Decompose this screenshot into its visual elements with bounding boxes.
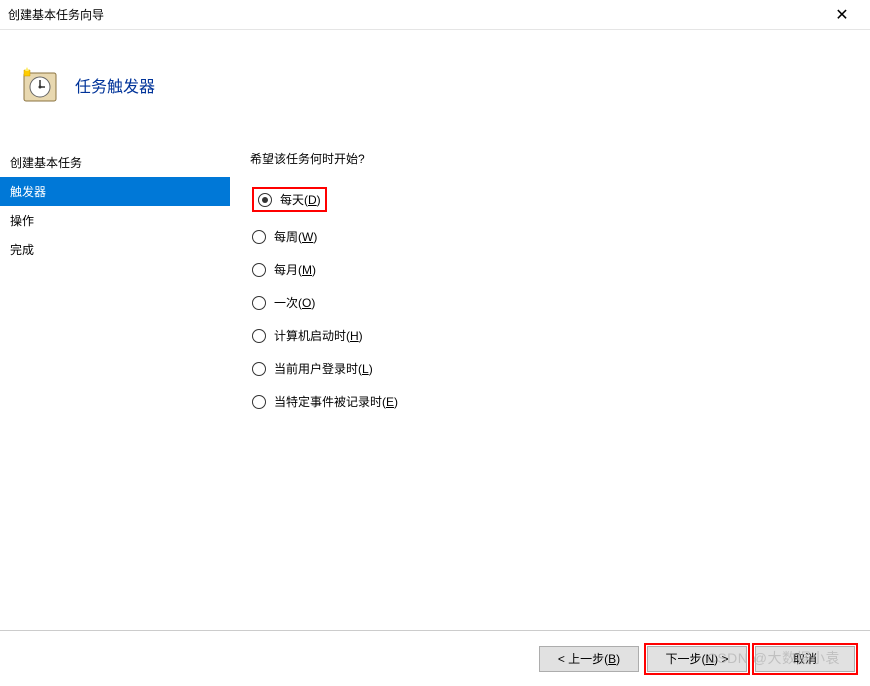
trigger-option-2[interactable]: 每月(M) (252, 261, 316, 278)
radio-label: 当前用户登录时(L) (274, 360, 373, 377)
radio-icon (258, 193, 272, 207)
trigger-option-1[interactable]: 每周(W) (252, 228, 317, 245)
trigger-option-0[interactable]: 每天(D) (252, 187, 327, 212)
wizard-sidebar: 创建基本任务触发器操作完成 (0, 140, 230, 630)
trigger-option-4[interactable]: 计算机启动时(H) (252, 327, 363, 344)
radio-icon (252, 230, 266, 244)
task-scheduler-icon (20, 65, 60, 105)
radio-icon (252, 395, 266, 409)
wizard-header: 任务触发器 (0, 30, 870, 140)
radio-label: 当特定事件被记录时(E) (274, 393, 398, 410)
radio-icon (252, 362, 266, 376)
titlebar: 创建基本任务向导 ✕ (0, 0, 870, 30)
sidebar-item-2[interactable]: 操作 (0, 206, 230, 235)
wizard-footer: < 上一步(B) 下一步(N) > 取消 (0, 630, 870, 686)
trigger-option-6[interactable]: 当特定事件被记录时(E) (252, 393, 398, 410)
wizard-main-content: 希望该任务何时开始? 每天(D) 每周(W) 每月(M) 一次(O) 计算机启动时(H)… (230, 140, 870, 630)
radio-icon (252, 263, 266, 277)
radio-label: 每周(W) (274, 228, 317, 245)
trigger-option-5[interactable]: 当前用户登录时(L) (252, 360, 373, 377)
sidebar-item-1[interactable]: 触发器 (0, 177, 230, 206)
content-area: 创建基本任务触发器操作完成 希望该任务何时开始? 每天(D) 每周(W) 每月(M)… (0, 140, 870, 630)
trigger-radio-group: 每天(D) 每周(W) 每月(M) 一次(O) 计算机启动时(H) 当前用户登录时(L) 当… (252, 187, 850, 410)
back-button[interactable]: < 上一步(B) (539, 646, 639, 672)
radio-icon (252, 329, 266, 343)
window-title: 创建基本任务向导 (8, 6, 104, 23)
next-button[interactable]: 下一步(N) > (647, 646, 747, 672)
wizard-page-title: 任务触发器 (75, 73, 155, 97)
close-icon[interactable]: ✕ (822, 5, 862, 25)
trigger-question-label: 希望该任务何时开始? (250, 150, 850, 167)
radio-label: 计算机启动时(H) (274, 327, 363, 344)
sidebar-item-0[interactable]: 创建基本任务 (0, 148, 230, 177)
radio-label: 每月(M) (274, 261, 316, 278)
cancel-button[interactable]: 取消 (755, 646, 855, 672)
sidebar-item-3[interactable]: 完成 (0, 235, 230, 264)
radio-icon (252, 296, 266, 310)
trigger-option-3[interactable]: 一次(O) (252, 294, 315, 311)
radio-label: 每天(D) (280, 191, 321, 208)
radio-label: 一次(O) (274, 294, 315, 311)
highlight-box: 每天(D) (252, 187, 327, 212)
